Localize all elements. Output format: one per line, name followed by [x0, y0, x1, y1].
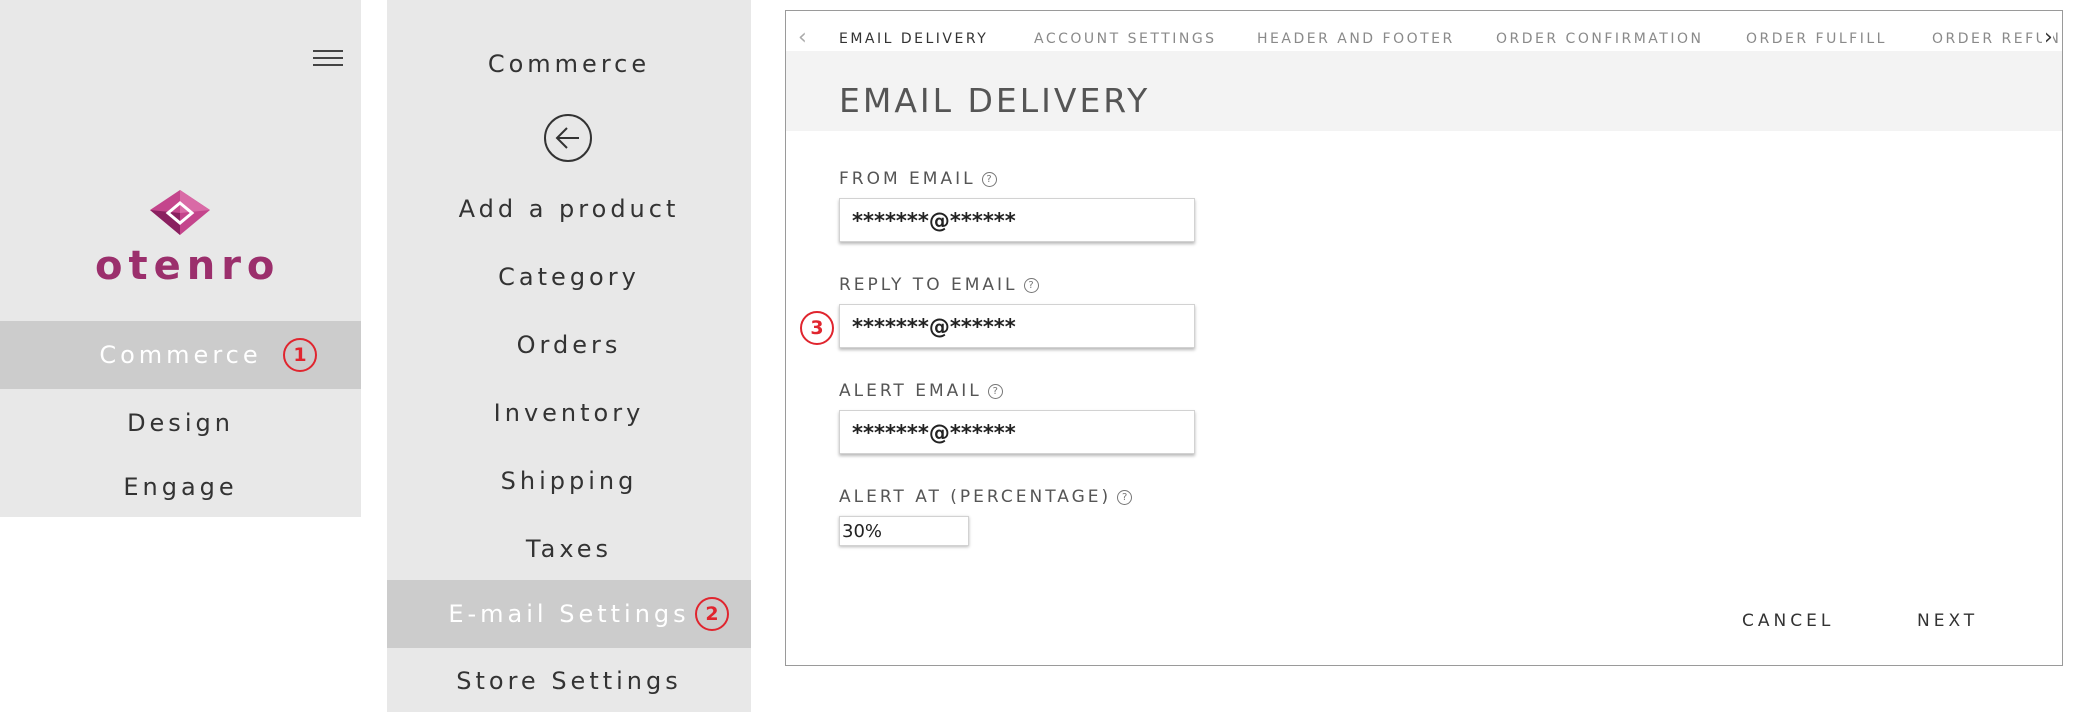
tab-email-delivery[interactable]: EMAIL DELIVERY — [839, 31, 988, 47]
from-email-label: FROM EMAIL? — [839, 169, 997, 189]
next-button[interactable]: NEXT — [1917, 611, 1978, 631]
hamburger-icon[interactable] — [313, 50, 343, 68]
nav-item-label: Commerce — [99, 341, 262, 369]
field-label-text: REPLY TO EMAIL — [839, 275, 1018, 295]
section-header: EMAIL DELIVERY — [786, 51, 2062, 131]
commerce-submenu: Commerce Add a product Category Orders I… — [387, 0, 751, 712]
submenu-item-store-settings[interactable]: Store Settings — [387, 650, 751, 712]
submenu-item-label: Shipping — [500, 467, 638, 495]
logo-mark-icon — [150, 190, 210, 235]
submenu-item-shipping[interactable]: Shipping — [387, 447, 751, 515]
step-badge-1: 1 — [283, 338, 317, 372]
help-icon[interactable]: ? — [987, 383, 1003, 399]
alert-percentage-field[interactable]: 30% — [839, 516, 969, 546]
tab-account-settings[interactable]: ACCOUNT SETTINGS — [1034, 31, 1217, 47]
back-arrow-icon[interactable] — [544, 114, 592, 162]
reply-to-email-field[interactable]: *******@****** — [839, 304, 1195, 348]
alert-email-field[interactable]: *******@****** — [839, 410, 1195, 454]
submenu-item-label: Inventory — [493, 399, 645, 427]
from-email-field[interactable]: *******@****** — [839, 198, 1195, 242]
submenu-item-email-settings[interactable]: E-mail Settings 2 — [387, 580, 751, 648]
section-title: EMAIL DELIVERY — [839, 81, 1151, 120]
submenu-item-label: E-mail Settings — [448, 600, 690, 628]
logo-wordmark: otenro — [95, 243, 281, 289]
field-label-text: ALERT AT (PERCENTAGE) — [839, 487, 1112, 507]
tab-order-fulfill[interactable]: ORDER FULFILL — [1746, 31, 1887, 47]
submenu-item-orders[interactable]: Orders — [387, 311, 751, 379]
chevron-left-icon[interactable]: ‹ — [798, 25, 807, 50]
alert-percentage-label: ALERT AT (PERCENTAGE)? — [839, 487, 1133, 507]
submenu-title: Commerce — [487, 50, 651, 78]
nav-item-design[interactable]: Design — [0, 389, 361, 457]
help-icon[interactable]: ? — [1117, 489, 1133, 505]
submenu-item-add-product[interactable]: Add a product — [387, 175, 751, 243]
otenro-logo: otenro — [95, 185, 274, 289]
submenu-item-label: Taxes — [525, 535, 613, 563]
step-badge-2: 2 — [695, 597, 729, 631]
help-icon[interactable]: ? — [981, 171, 997, 187]
email-settings-card: ‹ EMAIL DELIVERY ACCOUNT SETTINGS HEADER… — [785, 10, 2063, 666]
field-label-text: FROM EMAIL — [839, 169, 976, 189]
submenu-item-label: Orders — [516, 331, 622, 359]
reply-to-email-label: REPLY TO EMAIL? — [839, 275, 1039, 295]
alert-email-label: ALERT EMAIL? — [839, 381, 1003, 401]
field-label-text: ALERT EMAIL — [839, 381, 982, 401]
submenu-item-taxes[interactable]: Taxes — [387, 515, 751, 583]
submenu-item-category[interactable]: Category — [387, 243, 751, 311]
submenu-item-label: Add a product — [458, 195, 680, 223]
step-badge-3: 3 — [800, 311, 834, 345]
submenu-item-inventory[interactable]: Inventory — [387, 379, 751, 447]
nav-item-commerce[interactable]: Commerce 1 — [0, 321, 361, 389]
nav-item-engage[interactable]: Engage — [0, 457, 361, 517]
tab-order-confirmation[interactable]: ORDER CONFIRMATION — [1496, 31, 1703, 47]
help-icon[interactable]: ? — [1023, 277, 1039, 293]
tab-header-footer[interactable]: HEADER AND FOOTER — [1257, 31, 1455, 47]
nav-item-label: Design — [127, 409, 234, 437]
chevron-right-icon[interactable]: › — [2042, 25, 2053, 50]
nav-item-label: Engage — [123, 473, 238, 501]
cancel-button[interactable]: CANCEL — [1742, 611, 1834, 631]
main-sidebar: otenro Commerce 1 Design Engage — [0, 0, 361, 517]
submenu-item-label: Category — [498, 263, 640, 291]
tab-bar: ‹ EMAIL DELIVERY ACCOUNT SETTINGS HEADER… — [786, 11, 2062, 51]
submenu-item-label: Store Settings — [456, 667, 682, 695]
